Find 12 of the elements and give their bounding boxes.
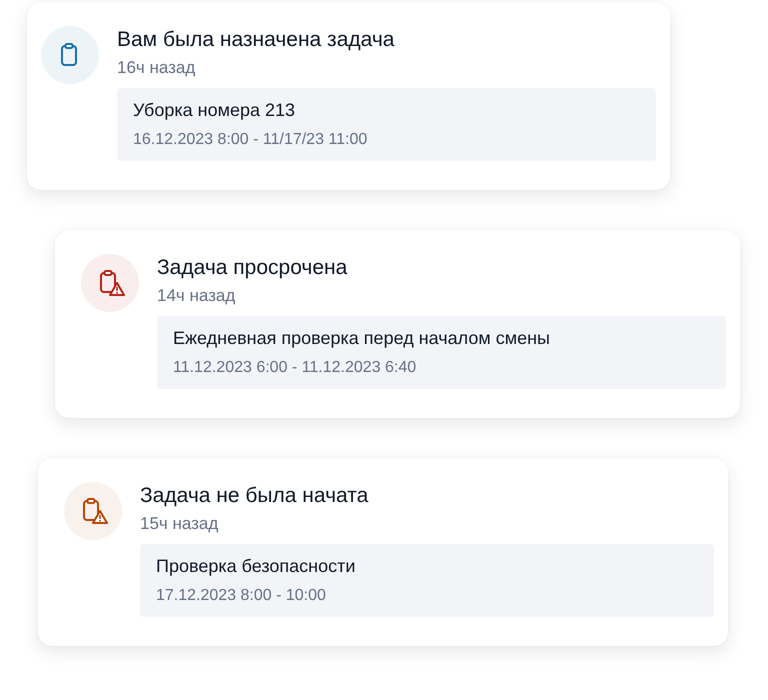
task-period: 11.12.2023 6:00 - 11.12.2023 6:40 [173,359,418,377]
notification-title: Задача не была начата [140,483,370,509]
notification-title: Задача просрочена [157,255,348,281]
notification-time: 14ч назад [157,285,236,307]
task-name: Уборка номера 213 [133,100,296,121]
task-period: 17.12.2023 8:00 - 10:00 [156,587,327,605]
notification-title: Вам была назначена задача [117,27,396,53]
task-name: Проверка безопасности [156,556,356,577]
notification-time: 16ч назад [117,57,196,79]
task-name: Ежедневная проверка перед началом смены [173,328,551,349]
task-period: 16.12.2023 8:00 - 11/17/23 11:00 [133,131,368,149]
notification-time: 15ч назад [140,513,220,535]
